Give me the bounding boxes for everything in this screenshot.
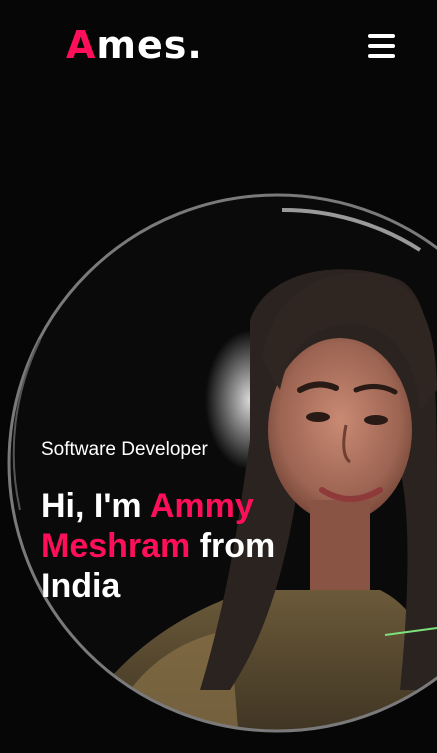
logo[interactable]: Ames. — [66, 22, 203, 68]
menu-bar-bottom — [368, 54, 395, 58]
from-text: from — [199, 527, 276, 565]
name-last: Meshram — [41, 527, 191, 565]
menu-bar-middle — [368, 44, 395, 48]
decorative-ring — [7, 193, 437, 733]
hero-headline: Hi, I'm Ammy Meshram from India — [41, 486, 421, 606]
hero-section: Software Developer Hi, I'm Ammy Meshram … — [0, 90, 437, 753]
name-first: Ammy — [149, 487, 254, 525]
greeting-text: Hi, I'm — [41, 487, 142, 525]
country-text: India — [41, 567, 121, 605]
hero-subtitle: Software Developer — [41, 439, 208, 460]
menu-bar-top — [368, 34, 395, 38]
logo-accent-letter: A — [66, 23, 97, 67]
hero-text: Software Developer Hi, I'm Ammy Meshram … — [41, 438, 421, 606]
logo-text: mes. — [96, 23, 203, 67]
hamburger-menu-icon[interactable] — [366, 31, 398, 61]
site-header: Ames. — [0, 0, 437, 90]
